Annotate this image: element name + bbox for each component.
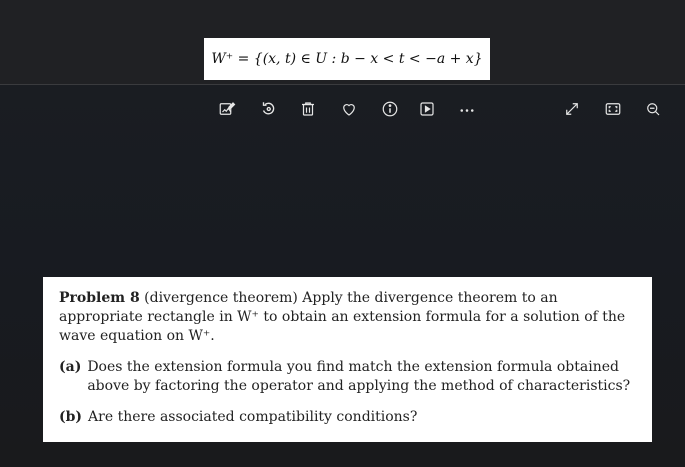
delete-button[interactable] [295,96,321,122]
question-b: (b) Are there associated compatibility c… [59,408,636,427]
more-options-button[interactable] [454,96,480,122]
info-icon [382,101,398,117]
fullscreen-button[interactable] [600,96,626,122]
zoom-out-icon [647,103,660,116]
problem-image: Problem 8 (divergence theorem) Apply the… [43,277,652,442]
edit-image-icon [219,102,236,115]
question-a-label: (a) [59,359,82,375]
question-b-text: Are there associated compatibility condi… [88,409,418,425]
formula-text: W⁺ = {(x, t) ∈ U : b − x < t < −a + x} [211,51,483,67]
slideshow-icon [420,102,434,116]
viewer-toolbar [0,96,685,122]
expand-icon [566,103,578,115]
problem-text: (divergence theorem) Apply the divergenc… [59,290,626,344]
slideshow-button[interactable] [414,96,440,122]
info-button[interactable] [377,96,403,122]
question-b-label: (b) [59,409,83,425]
favorite-button[interactable] [336,96,362,122]
more-icon [460,109,474,112]
rotate-button[interactable] [255,96,281,122]
expand-button[interactable] [559,96,585,122]
rotate-icon [262,102,275,115]
question-a-text: Does the extension formula you find matc… [87,359,631,394]
formula-image: W⁺ = {(x, t) ∈ U : b − x < t < −a + x} [204,38,490,80]
fullscreen-icon [605,103,621,115]
problem-label: Problem 8 [59,290,140,306]
zoom-out-button[interactable] [640,96,666,122]
problem-statement: Problem 8 (divergence theorem) Apply the… [59,289,636,346]
trash-icon [302,102,314,116]
question-a: (a) Does the extension formula you find … [59,358,636,396]
heart-icon [343,104,355,116]
edit-image-button[interactable] [214,96,240,122]
